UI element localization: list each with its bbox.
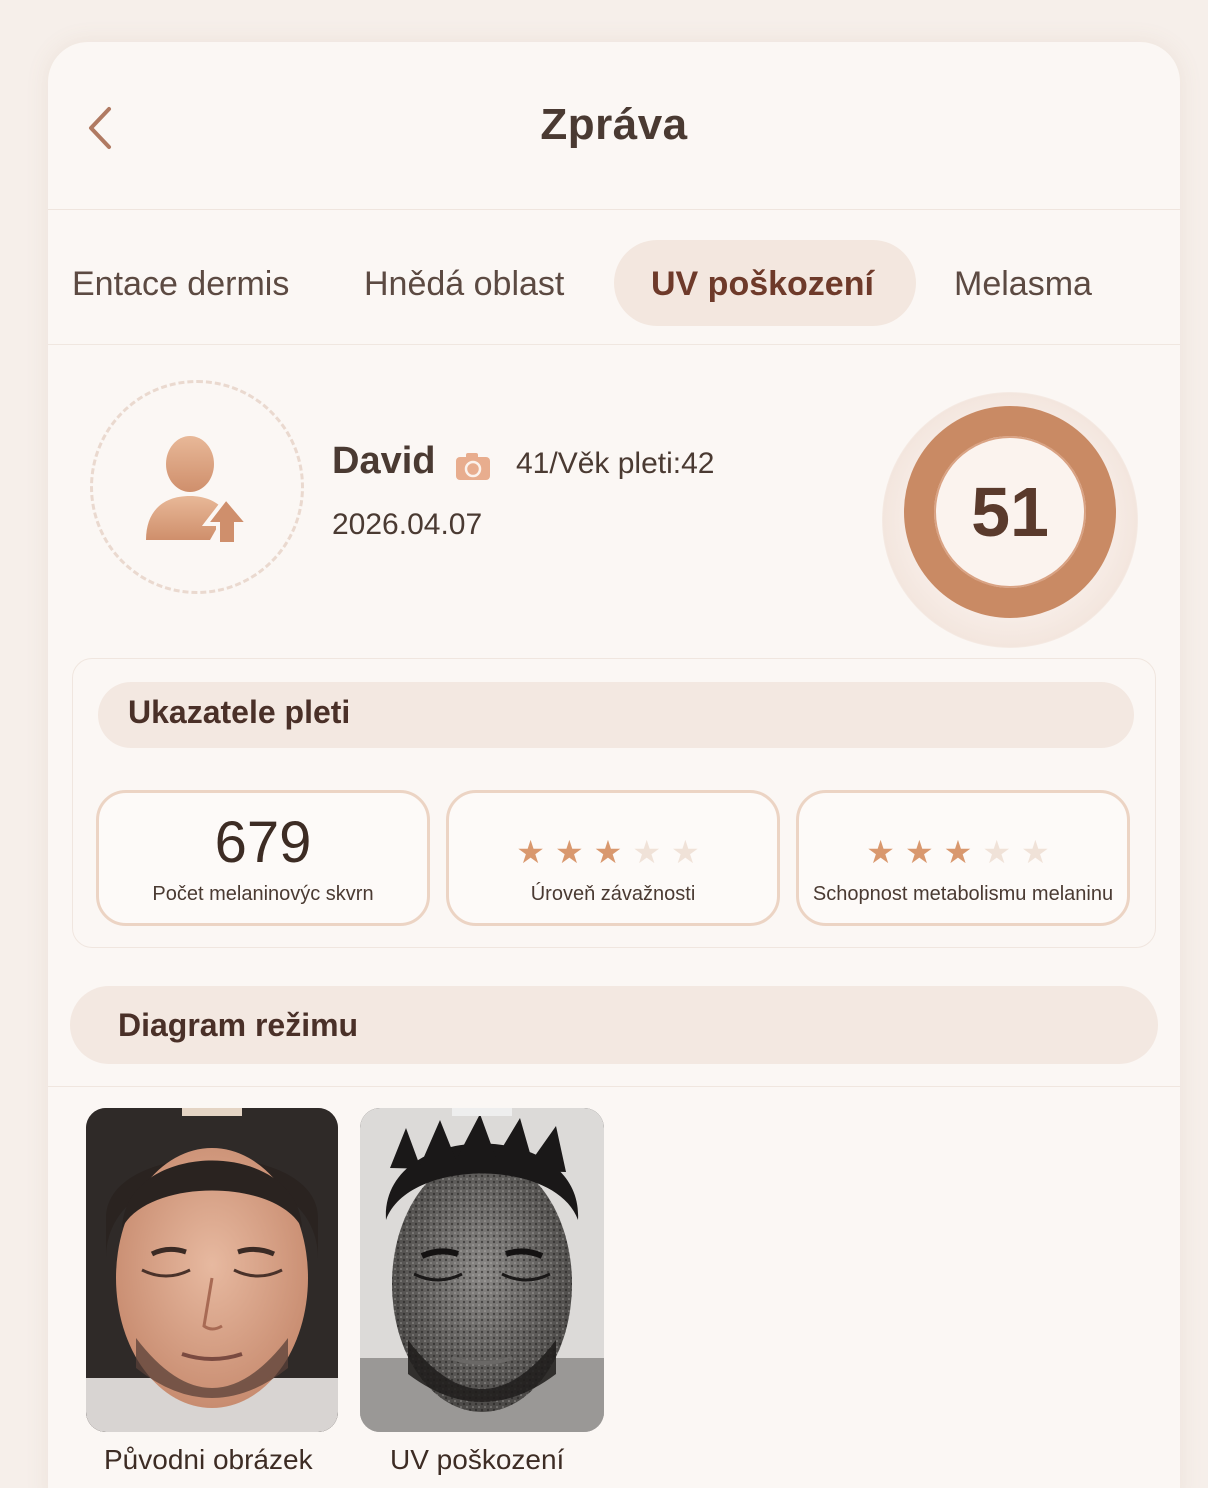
page-title: Zpráva	[540, 100, 688, 149]
star-icon: ★	[516, 833, 555, 871]
face-image-uv	[360, 1108, 604, 1432]
user-name: David	[332, 440, 436, 482]
star-icon: ★	[632, 833, 672, 871]
metric-severity: ★★★★★ Úroveň závažnosti	[446, 790, 780, 926]
age-text: 41/Věk pleti:42	[516, 447, 715, 480]
uv-photo[interactable]	[360, 1108, 604, 1432]
report-date: 2026.04.07	[332, 508, 483, 541]
metric-label: Počet melaninovýc skvrn	[152, 883, 374, 905]
metabolism-stars: ★★★★★	[799, 833, 1127, 871]
tab-hneda-oblast[interactable]: Hnědá oblast	[364, 265, 564, 304]
tab-melasma[interactable]: Melasma	[954, 265, 1092, 304]
header: Zpráva	[48, 42, 1180, 210]
metric-melanin-metabolism: ★★★★★ Schopnost metabolismu melaninu	[796, 790, 1130, 926]
score-value: 51	[971, 473, 1049, 551]
face-image-original	[86, 1108, 338, 1432]
avatar-upload-icon[interactable]	[140, 432, 252, 544]
metric-label: Schopnost metabolismu melaninu	[812, 883, 1114, 905]
divider	[48, 1086, 1180, 1087]
metric-value: 679	[214, 810, 312, 875]
star-icon: ★	[593, 833, 633, 871]
star-icon: ★	[904, 833, 944, 871]
tabs-divider	[48, 344, 1180, 345]
star-icon: ★	[943, 833, 983, 871]
tab-entace-dermis[interactable]: Entace dermis	[72, 265, 289, 304]
star-icon: ★	[671, 833, 710, 871]
metric-label: Úroveň závažnosti	[530, 883, 696, 905]
indicators-title: Ukazatele pleti	[128, 694, 351, 730]
report-card: Zpráva Entace dermis Hnědá oblast UV poš…	[48, 42, 1180, 1488]
diagram-title: Diagram režimu	[118, 1007, 359, 1043]
original-photo[interactable]	[86, 1108, 338, 1432]
tab-uv-poskozeni[interactable]: UV poškození	[651, 265, 874, 304]
severity-stars: ★★★★★	[449, 833, 777, 871]
original-photo-label: Původni obrázek	[104, 1444, 313, 1475]
star-icon: ★	[554, 833, 594, 871]
score-gauge: 51	[882, 392, 1138, 648]
star-icon: ★	[1021, 833, 1060, 871]
camera-icon[interactable]	[454, 450, 492, 482]
metric-melanin-spots: 679 Počet melaninovýc skvrn	[96, 790, 430, 926]
star-icon: ★	[982, 833, 1022, 871]
uv-photo-label: UV poškození	[390, 1444, 565, 1475]
star-icon: ★	[866, 833, 905, 871]
